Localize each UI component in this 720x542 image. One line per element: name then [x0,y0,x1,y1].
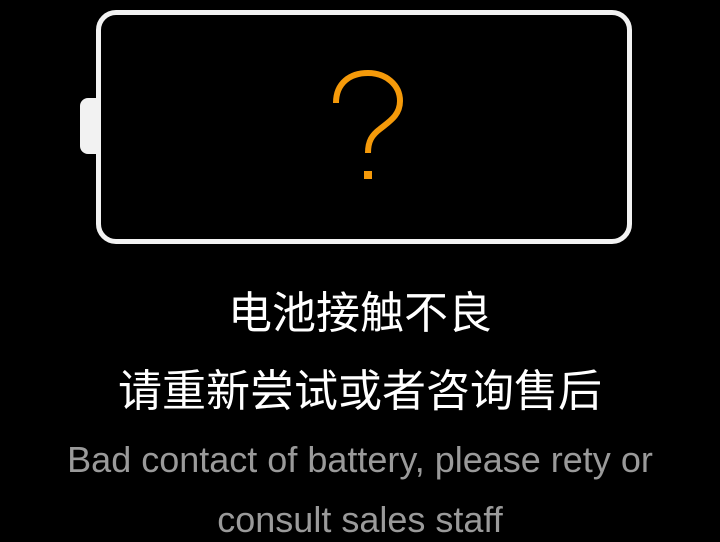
error-message-english: Bad contact of battery, please rety or c… [67,439,653,540]
battery-terminal [80,98,96,154]
error-title: 电池接触不良 [228,288,492,339]
battery-icon [96,10,632,244]
error-subtitle: 请重新尝试或者咨询售后 [118,366,602,417]
question-mark-icon [101,15,627,239]
question-mark-glyph [333,69,404,179]
battery-error-screen: 电池接触不良 请重新尝试或者咨询售后 Bad contact of batter… [0,0,720,542]
